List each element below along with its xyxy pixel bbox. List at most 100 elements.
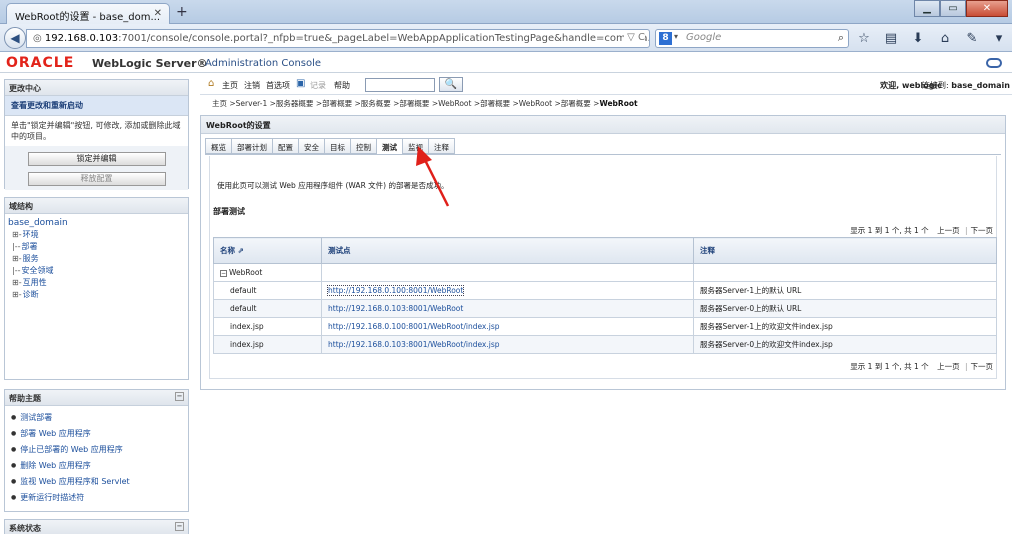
new-tab-button[interactable]: +: [176, 4, 188, 20]
home-link[interactable]: 主页: [222, 80, 238, 91]
row-name: default: [213, 281, 322, 300]
reload-icon[interactable]: C: [638, 32, 645, 43]
tree-item-security-realms[interactable]: |--安全领域: [8, 265, 185, 277]
row-note: 服务器Server-1上的欢迎文件index.jsp: [693, 317, 997, 336]
table-header-row: 名称 ⇗ 测试点 注释: [213, 237, 997, 264]
group-webroot[interactable]: − WebRoot: [213, 263, 322, 282]
tree-item-interoperability[interactable]: ⊞-互用性: [8, 277, 185, 289]
system-status-panel: 系统状态 −: [4, 519, 189, 534]
browser-toolbar: ☆ ▤ ⬇ ⌂ ✎ ▾ ≡: [854, 29, 1012, 48]
collapse-icon[interactable]: −: [175, 522, 184, 531]
collapse-icon[interactable]: −: [220, 270, 227, 277]
column-test-point[interactable]: 测试点: [321, 237, 694, 264]
record-icon[interactable]: ▣: [296, 78, 305, 89]
search-placeholder: Google: [686, 32, 722, 43]
console-search-button[interactable]: 🔍: [439, 77, 463, 92]
close-tab-icon[interactable]: ✕: [154, 8, 162, 19]
product-name: WebLogic Server®: [92, 57, 208, 70]
preferences-link[interactable]: 首选项: [266, 80, 290, 91]
row-name: index.jsp: [213, 335, 322, 354]
collapse-icon[interactable]: −: [175, 392, 184, 401]
back-button[interactable]: ◀: [4, 27, 26, 49]
table-row: default http://192.168.0.100:8001/WebRoo…: [213, 281, 997, 300]
tab-security[interactable]: 安全: [298, 138, 324, 154]
test-point-link[interactable]: http://192.168.0.100:8001/WebRoot: [326, 285, 465, 296]
row-note: 服务器Server-0上的欢迎文件index.jsp: [693, 335, 997, 354]
previous-page-link[interactable]: 上一页: [937, 226, 960, 235]
logout-link[interactable]: 注销: [244, 80, 260, 91]
pager-info: 显示 1 到 1 个, 共 1 个: [850, 226, 929, 235]
tab-targets[interactable]: 目标: [324, 138, 350, 154]
breadcrumb[interactable]: 主页 >Server-1 >服务器概要 >部署概要 >服务概要 >部署概要 >W…: [212, 98, 638, 109]
dropdown-icon[interactable]: ▽: [627, 32, 635, 43]
help-link-deploy-web-app[interactable]: 部署 Web 应用程序: [11, 426, 182, 442]
tab-monitoring[interactable]: 监视: [402, 138, 428, 154]
tree-item-deployments[interactable]: |--部署: [8, 241, 185, 253]
release-configuration-button[interactable]: 释放配置: [27, 172, 166, 186]
help-link-delete-web-app[interactable]: 删除 Web 应用程序: [11, 458, 182, 474]
change-center-text: 单击"锁定并编辑"按钮, 可修改, 添加或删除此域中的项目。: [11, 121, 181, 141]
record-link[interactable]: 记录: [310, 80, 326, 91]
system-status-title: 系统状态 −: [5, 520, 188, 534]
help-link-stop-web-app[interactable]: 停止已部署的 Web 应用程序: [11, 442, 182, 458]
test-point-link[interactable]: http://192.168.0.103:8001/WebRoot/index.…: [328, 340, 500, 349]
settings-panel: WebRoot的设置 概览 部署计划 配置 安全 目标 控制 测试 监视 注释 …: [200, 115, 1006, 390]
test-point-link[interactable]: http://192.168.0.103:8001/WebRoot: [328, 304, 463, 313]
tree-item-environment[interactable]: ⊞-环境: [8, 229, 185, 241]
bookmark-star-icon[interactable]: ☆: [854, 29, 874, 48]
menu-dropdown-icon[interactable]: ▾: [989, 29, 1009, 48]
help-link-test-deployment[interactable]: 测试部署: [11, 410, 182, 426]
help-link[interactable]: 帮助: [334, 80, 350, 91]
tree-root-base-domain[interactable]: base_domain: [8, 217, 185, 229]
tab-overview[interactable]: 概览: [205, 138, 231, 154]
next-page-link[interactable]: 下一页: [971, 226, 994, 235]
download-icon[interactable]: ⬇: [908, 29, 928, 48]
column-notes[interactable]: 注释: [693, 237, 997, 264]
tab-notes[interactable]: 注释: [428, 138, 455, 154]
test-point-link[interactable]: http://192.168.0.100:8001/WebRoot/index.…: [328, 322, 500, 331]
url-actions: ▽ C: [624, 32, 645, 43]
table-row: default http://192.168.0.103:8001/WebRoo…: [213, 299, 997, 318]
table-row: index.jsp http://192.168.0.100:8001/WebR…: [213, 317, 997, 336]
tab-deployment-plan[interactable]: 部署计划: [231, 138, 272, 154]
row-note: 服务器Server-0上的默认 URL: [693, 299, 997, 318]
deployment-test-table: 名称 ⇗ 测试点 注释 − WebRoot default http://192.…: [213, 237, 997, 354]
search-icon[interactable]: ⌕: [838, 31, 844, 45]
lock-and-edit-button[interactable]: 锁定并编辑: [27, 152, 166, 166]
previous-page-link[interactable]: 上一页: [937, 362, 960, 371]
page-description: 使用此页可以测试 Web 应用程序组件 (WAR 文件) 的部署是否成功。: [217, 181, 449, 190]
help-topics-list: 测试部署 部署 Web 应用程序 停止已部署的 Web 应用程序 删除 Web …: [5, 406, 188, 510]
maximize-button[interactable]: ▭: [940, 0, 966, 17]
tab-control[interactable]: 控制: [350, 138, 376, 154]
back-arrow-icon: ◀: [10, 31, 20, 45]
next-page-link[interactable]: 下一页: [971, 362, 994, 371]
browser-tab-bar: WebRoot的设置 - base_dom... ✕ + ▁ ▭ ✕: [0, 0, 1012, 25]
bookmarks-icon[interactable]: ▤: [881, 29, 901, 48]
extension-icon[interactable]: ✎: [962, 29, 982, 48]
console-header: ORACLE WebLogic Server® Administration C…: [0, 53, 1012, 73]
help-link-update-descriptors[interactable]: 更新运行时描述符: [11, 490, 182, 506]
home-icon[interactable]: ⌂: [935, 29, 955, 48]
tab-configuration[interactable]: 配置: [272, 138, 298, 154]
engine-dropdown-icon[interactable]: ▾: [674, 32, 678, 41]
home-icon[interactable]: ⌂: [208, 78, 214, 89]
browser-tab[interactable]: WebRoot的设置 - base_dom... ✕: [6, 3, 170, 25]
search-box[interactable]: 8 ▾ Google ⌕: [655, 29, 849, 48]
change-center-panel: 更改中心 查看更改和重新启动 单击"锁定并编辑"按钮, 可修改, 添加或删除此域…: [4, 79, 189, 190]
globe-icon: ◎: [33, 33, 45, 44]
help-link-monitor-web-app[interactable]: 监视 Web 应用程序和 Servlet: [11, 474, 182, 490]
tree-item-services[interactable]: ⊞-服务: [8, 253, 185, 265]
tab-testing[interactable]: 测试: [376, 138, 402, 155]
tree-item-diagnostics[interactable]: ⊞-诊断: [8, 289, 185, 301]
row-name: default: [213, 299, 322, 318]
column-name[interactable]: 名称 ⇗: [213, 237, 322, 264]
address-bar[interactable]: ◎ 192.168.0.103:7001/console/console.por…: [26, 29, 650, 48]
change-center-buttons: 锁定并编辑 释放配置: [5, 146, 188, 190]
console-search-input[interactable]: [365, 78, 435, 92]
close-window-button[interactable]: ✕: [966, 0, 1008, 17]
pager-bottom: 显示 1 到 1 个, 共 1 个 上一页 | 下一页: [850, 362, 994, 371]
minimize-button[interactable]: ▁: [914, 0, 940, 17]
view-changes-link[interactable]: 查看更改和重新启动: [5, 96, 188, 116]
domain-structure-panel: 域结构 base_domain ⊞-环境 |--部署 ⊞-服务 |--安全领域 …: [4, 197, 189, 380]
pager-top: 显示 1 到 1 个, 共 1 个 上一页 | 下一页: [850, 226, 994, 235]
